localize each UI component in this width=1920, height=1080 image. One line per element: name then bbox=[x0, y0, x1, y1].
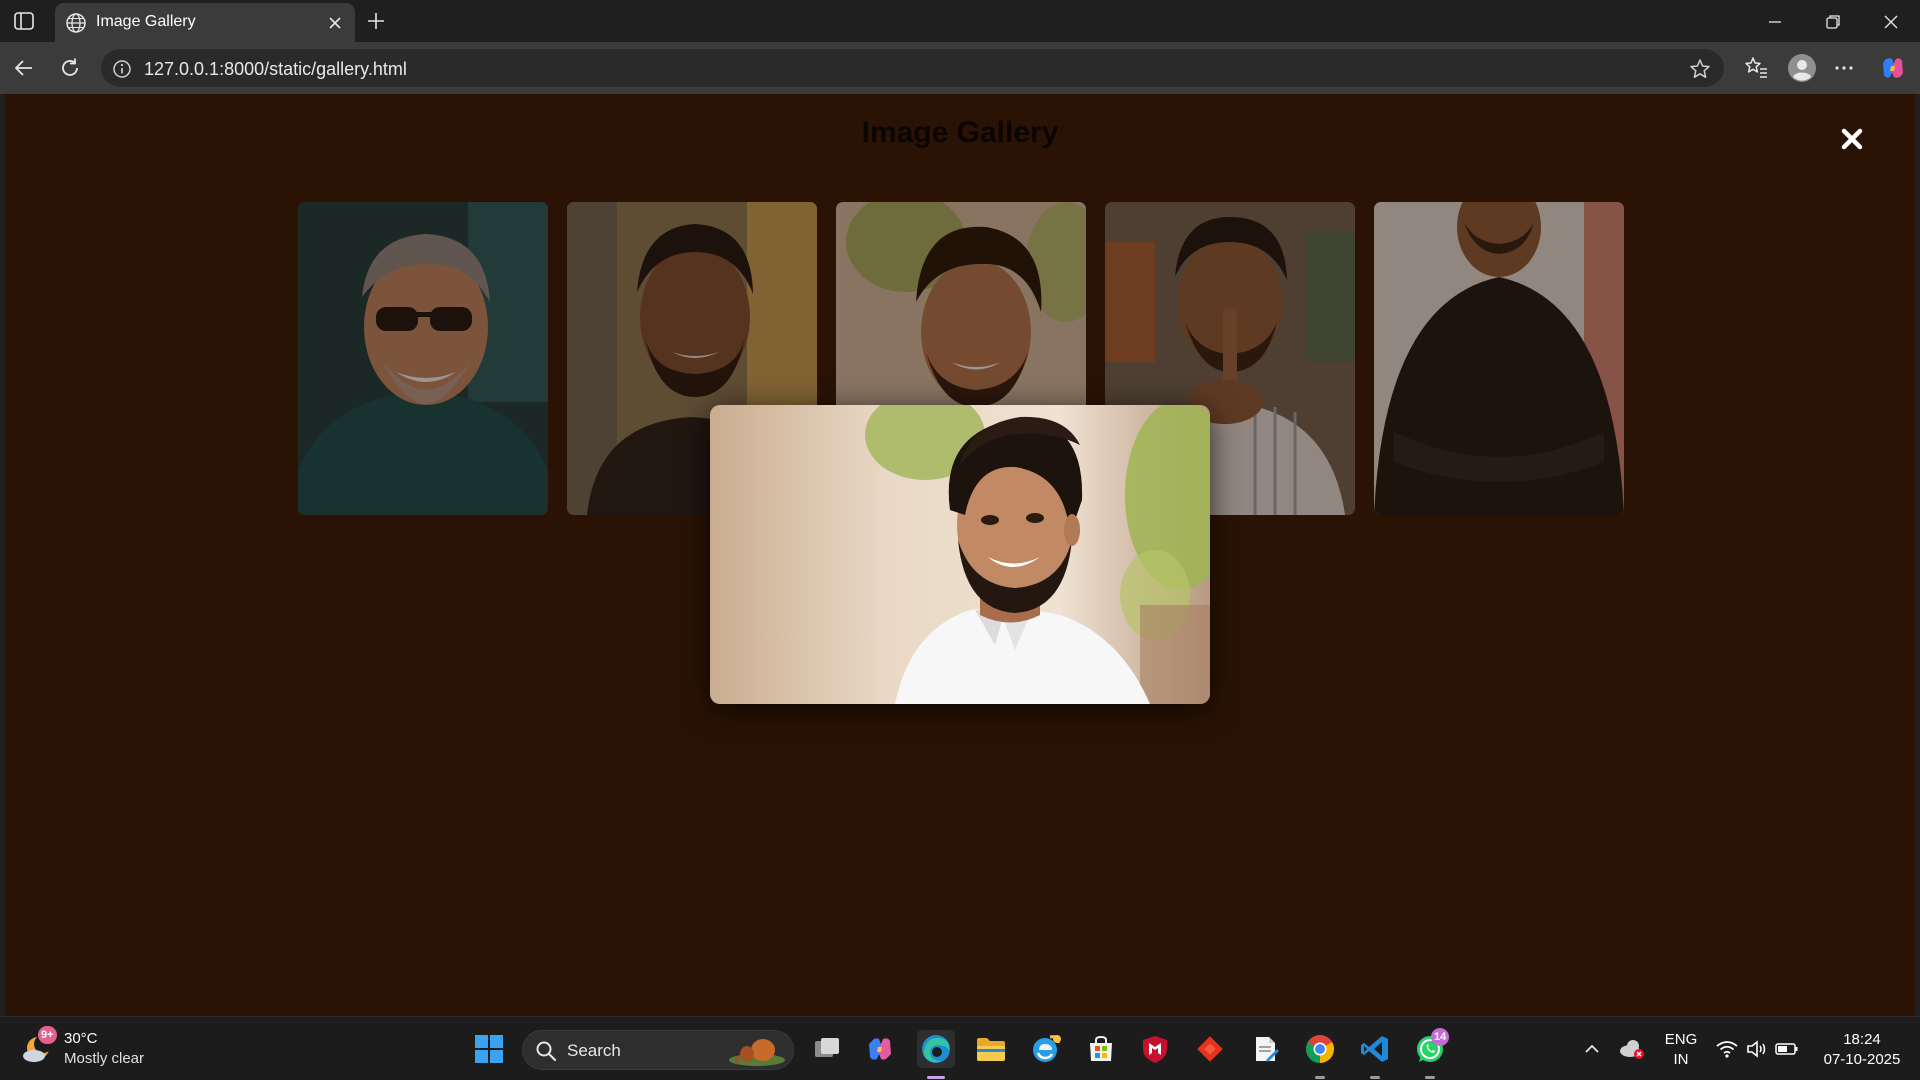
clock-time[interactable]: 18:24 bbox=[1812, 1031, 1912, 1048]
weather-temperature: 30°C bbox=[64, 1030, 98, 1047]
url-input[interactable] bbox=[144, 59, 1544, 80]
onedrive-error-icon[interactable] bbox=[1614, 1030, 1650, 1068]
mcafee-icon[interactable] bbox=[1136, 1030, 1174, 1068]
new-tab-icon[interactable] bbox=[364, 9, 388, 33]
browser-titlebar: Image Gallery bbox=[0, 0, 1920, 42]
refresh-icon[interactable] bbox=[56, 54, 84, 82]
search-highlight-icon bbox=[727, 1034, 787, 1068]
weather-badge: 9+ bbox=[38, 1026, 57, 1044]
browser-toolbar bbox=[0, 42, 1920, 94]
weather-widget[interactable]: 9+ 30°C Mostly clear bbox=[22, 1026, 162, 1072]
anydesk-icon[interactable] bbox=[1191, 1030, 1229, 1068]
volume-icon[interactable] bbox=[1740, 1030, 1774, 1068]
restore-icon[interactable] bbox=[1821, 10, 1845, 34]
profile-avatar-icon[interactable] bbox=[1786, 52, 1818, 84]
active-app-indicator bbox=[927, 1076, 945, 1079]
back-icon[interactable] bbox=[10, 54, 38, 82]
search-label: Search bbox=[567, 1041, 621, 1060]
search-icon bbox=[535, 1040, 557, 1062]
wifi-icon[interactable] bbox=[1710, 1030, 1744, 1068]
copilot-icon[interactable] bbox=[1878, 53, 1908, 83]
vscode-icon[interactable] bbox=[1356, 1030, 1394, 1068]
language-indicator[interactable]: ENG bbox=[1660, 1031, 1702, 1048]
edge-browser-icon[interactable] bbox=[917, 1030, 955, 1068]
minimize-icon[interactable] bbox=[1763, 10, 1787, 34]
globe-icon bbox=[65, 12, 87, 34]
clock-date[interactable]: 07-10-2025 bbox=[1812, 1051, 1912, 1068]
running-app-indicator bbox=[1370, 1076, 1380, 1079]
file-explorer-icon[interactable] bbox=[972, 1030, 1010, 1068]
sidebar-toggle-icon[interactable] bbox=[12, 9, 36, 33]
more-options-icon[interactable] bbox=[1830, 54, 1858, 82]
start-windows-icon[interactable] bbox=[470, 1030, 508, 1068]
close-window-icon[interactable] bbox=[1879, 10, 1903, 34]
taskbar-search-box[interactable]: Search bbox=[522, 1030, 794, 1070]
lightbox-image[interactable] bbox=[710, 405, 1210, 704]
favorite-star-icon[interactable] bbox=[1688, 57, 1712, 81]
gallery-thumbnail-5[interactable] bbox=[1374, 202, 1624, 515]
windows-taskbar: 9+ 30°C Mostly clear Search 14 ENG IN 18… bbox=[0, 1016, 1920, 1080]
close-tab-icon[interactable] bbox=[325, 13, 345, 33]
chevron-up-icon[interactable] bbox=[1574, 1030, 1610, 1068]
address-bar[interactable] bbox=[100, 48, 1725, 88]
page-viewport: Image Gallery bbox=[5, 94, 1915, 1016]
page-title: Image Gallery bbox=[861, 116, 1059, 149]
close-icon[interactable] bbox=[1837, 124, 1867, 154]
running-app-indicator bbox=[1315, 1076, 1325, 1079]
site-info-icon[interactable] bbox=[111, 58, 133, 80]
gallery-thumbnail-1[interactable] bbox=[298, 202, 548, 515]
weather-condition: Mostly clear bbox=[64, 1050, 145, 1067]
battery-icon[interactable] bbox=[1770, 1030, 1804, 1068]
chrome-icon[interactable] bbox=[1301, 1030, 1339, 1068]
copilot-app-icon[interactable] bbox=[861, 1030, 899, 1068]
task-view-icon[interactable] bbox=[808, 1030, 846, 1068]
internet-explorer-icon[interactable] bbox=[1027, 1030, 1065, 1068]
browser-tab[interactable]: Image Gallery bbox=[55, 3, 355, 42]
microsoft-store-icon[interactable] bbox=[1082, 1030, 1120, 1068]
favorites-list-icon[interactable] bbox=[1742, 54, 1770, 82]
tab-title: Image Gallery bbox=[96, 13, 196, 30]
running-app-indicator bbox=[1425, 1076, 1435, 1079]
region-indicator[interactable]: IN bbox=[1660, 1051, 1702, 1068]
document-editor-icon[interactable] bbox=[1246, 1030, 1284, 1068]
